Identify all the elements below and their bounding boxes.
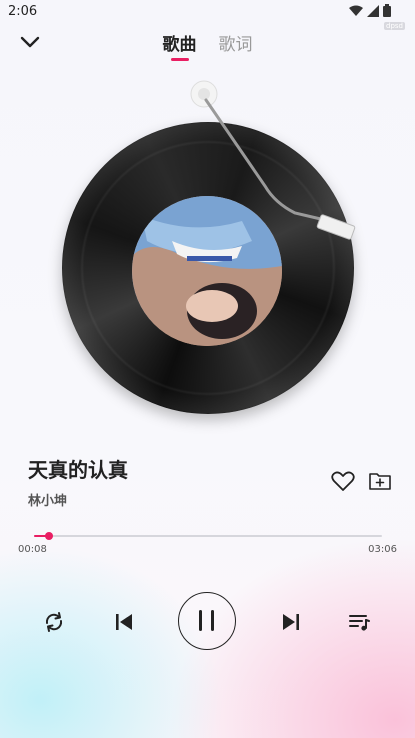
signal-icon xyxy=(367,4,379,17)
player-header: 歌曲 歌词 xyxy=(0,26,415,61)
battery-icon xyxy=(383,4,391,17)
skip-previous-icon[interactable] xyxy=(112,610,136,634)
status-bar: 2:06 dpsd xyxy=(0,0,415,30)
status-time: 2:06 xyxy=(8,4,38,19)
progress-thumb[interactable] xyxy=(44,532,53,540)
wifi-icon xyxy=(349,5,363,16)
progress-bar[interactable] xyxy=(34,532,382,540)
song-title: 天真的认真 xyxy=(28,458,128,482)
status-icons xyxy=(349,4,391,17)
tab-song[interactable]: 歌曲 xyxy=(163,30,197,61)
pause-icon xyxy=(199,610,214,631)
playlist-icon[interactable] xyxy=(347,610,371,634)
folder-plus-icon[interactable] xyxy=(369,470,391,492)
total-time: 03:06 xyxy=(368,544,397,555)
artist-name[interactable]: 林小坤 xyxy=(28,490,67,509)
tonearm xyxy=(190,80,356,240)
tab-lyrics[interactable]: 歌词 xyxy=(219,30,253,61)
tab-bar: 歌曲 歌词 xyxy=(0,30,415,61)
player-background: 2:06 dpsd 歌曲 歌词 天真的认真 林小坤 00:08 03:06 xyxy=(0,0,415,738)
pause-button[interactable] xyxy=(178,592,236,650)
current-time: 00:08 xyxy=(18,544,47,555)
heart-icon[interactable] xyxy=(331,470,355,492)
skip-next-icon[interactable] xyxy=(279,610,303,634)
repeat-icon[interactable] xyxy=(42,610,66,634)
